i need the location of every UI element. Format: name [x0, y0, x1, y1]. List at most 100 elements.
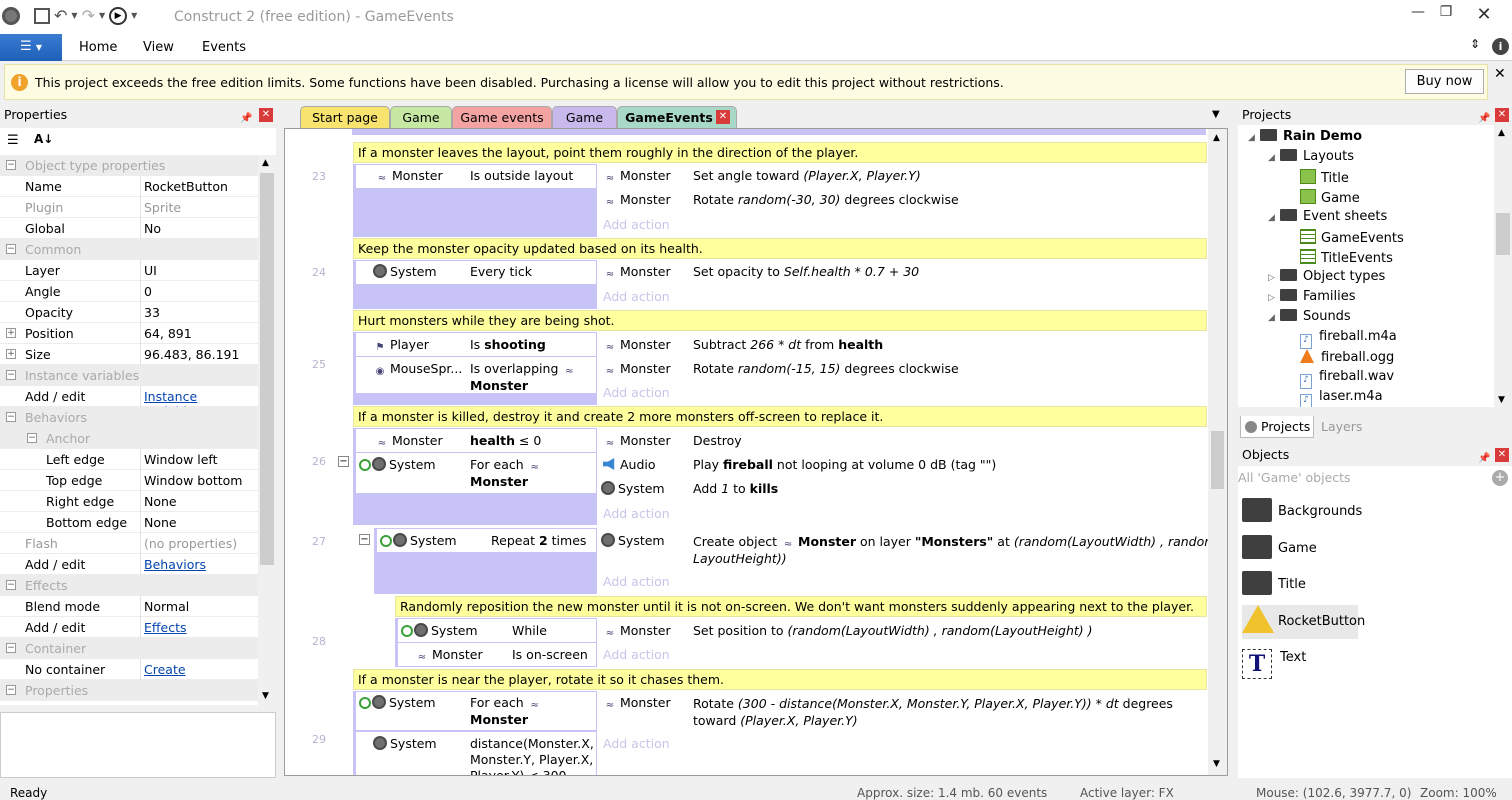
collapse-icon[interactable]: −: [6, 244, 16, 254]
redo-dropdown-icon[interactable]: ▼: [99, 11, 105, 20]
minimize-ribbon-icon[interactable]: ⇕: [1470, 37, 1480, 51]
categorized-icon[interactable]: ☰: [7, 133, 19, 148]
property-row[interactable]: Add / editBehaviors: [0, 554, 258, 575]
condition-text[interactable]: Is on-screen: [512, 647, 588, 662]
tree-item[interactable]: Title: [1288, 169, 1349, 186]
scroll-down-icon[interactable]: ▼: [1498, 395, 1505, 405]
file-menu-button[interactable]: ☰ ▼: [0, 34, 62, 61]
collapse-arrow-icon[interactable]: ◢: [1268, 213, 1280, 223]
condition-text[interactable]: For each ≈Monster: [470, 695, 545, 727]
add-object-icon[interactable]: +: [1492, 470, 1508, 486]
objects-filter[interactable]: All 'Game' objects: [1238, 470, 1351, 485]
close-panel-icon[interactable]: ✕: [1495, 108, 1509, 122]
property-value[interactable]: UI: [144, 263, 157, 278]
add-action-link[interactable]: Add action: [603, 647, 670, 662]
condition-text[interactable]: distance(Monster.X,Monster.Y, Player.X,P…: [470, 736, 594, 776]
property-value[interactable]: Window left: [144, 452, 218, 467]
property-category[interactable]: −Properties: [0, 680, 258, 701]
action-text[interactable]: Destroy: [693, 433, 742, 448]
close-panel-icon[interactable]: ✕: [1495, 448, 1509, 462]
object-item[interactable]: Game: [1242, 532, 1317, 566]
property-row[interactable]: No containerCreate: [0, 659, 258, 680]
action-object[interactable]: System: [601, 533, 665, 548]
collapse-icon[interactable]: −: [6, 412, 16, 422]
action-object[interactable]: ≈Monster: [603, 623, 671, 640]
tab-view[interactable]: View: [143, 40, 174, 55]
property-value[interactable]: 33: [144, 305, 160, 320]
condition-text[interactable]: Is outside layout: [470, 168, 573, 183]
action-text[interactable]: Subtract 266 * dt from health: [693, 337, 883, 352]
close-panel-icon[interactable]: ✕: [259, 108, 273, 122]
condition-text[interactable]: Is overlapping ≈Monster: [470, 361, 579, 393]
run-icon[interactable]: ▶: [109, 7, 127, 25]
projects-scrollbar[interactable]: ▲ ▼: [1494, 125, 1512, 409]
condition-object[interactable]: ≈Monster: [375, 433, 443, 450]
save-icon[interactable]: [34, 8, 50, 24]
close-notification-icon[interactable]: ✕: [1494, 66, 1506, 82]
collapse-arrow-icon[interactable]: ◢: [1248, 133, 1260, 143]
collapse-icon[interactable]: −: [6, 370, 16, 380]
object-item[interactable]: Title: [1242, 568, 1306, 602]
tree-item[interactable]: ♪fireball.wav: [1288, 369, 1394, 389]
collapse-icon[interactable]: −: [6, 160, 16, 170]
property-value[interactable]: 96.483, 86.191: [144, 347, 239, 362]
event-comment[interactable]: If a monster leaves the layout, point th…: [353, 142, 1207, 163]
property-row[interactable]: Add / editInstance variables: [0, 386, 258, 407]
property-row[interactable]: GlobalNo: [0, 218, 258, 239]
property-link[interactable]: Behaviors: [144, 557, 206, 572]
add-action-link[interactable]: Add action: [603, 506, 670, 521]
action-text[interactable]: Play fireball not looping at volume 0 dB…: [693, 457, 996, 472]
tab-game-layout[interactable]: Game: [390, 106, 452, 128]
undo-dropdown-icon[interactable]: ▼: [71, 11, 77, 20]
expand-arrow-icon[interactable]: ▷: [1268, 293, 1280, 303]
action-object[interactable]: ≈Monster: [603, 337, 671, 354]
collapse-icon[interactable]: −: [6, 580, 16, 590]
condition-object[interactable]: ≈Monster: [415, 647, 483, 664]
property-category[interactable]: −Object type properties: [0, 155, 258, 176]
property-category[interactable]: −Common: [0, 239, 258, 260]
tab-events[interactable]: Events: [202, 40, 246, 55]
scroll-up-icon[interactable]: ▲: [1213, 133, 1220, 143]
condition-object[interactable]: ◉MouseSpr...: [373, 361, 462, 378]
event-comment[interactable]: Keep the monster opacity updated based o…: [353, 238, 1207, 259]
customize-toolbar-icon[interactable]: ▼: [131, 11, 137, 20]
condition-object[interactable]: System: [380, 533, 457, 548]
tree-item[interactable]: GameEvents: [1288, 229, 1404, 246]
tree-item[interactable]: fireball.ogg: [1288, 349, 1394, 365]
close-tab-icon[interactable]: ✕: [716, 110, 730, 124]
property-row[interactable]: Flash(no properties): [0, 533, 258, 554]
tab-list-dropdown-icon[interactable]: ▼: [1212, 109, 1220, 120]
condition-object[interactable]: System: [373, 736, 437, 751]
tree-item[interactable]: Game: [1288, 189, 1360, 206]
event-comment[interactable]: If a monster is near the player, rotate …: [353, 669, 1207, 690]
action-object[interactable]: ≈Monster: [603, 264, 671, 281]
collapse-arrow-icon[interactable]: ◢: [1268, 313, 1280, 323]
condition-text[interactable]: Is shooting: [470, 337, 546, 352]
property-category[interactable]: −Anchor: [0, 428, 258, 449]
event-comment[interactable]: If a monster is killed, destroy it and c…: [353, 406, 1207, 427]
property-row[interactable]: Blend modeNormal: [0, 596, 258, 617]
collapse-icon[interactable]: −: [6, 643, 16, 653]
action-text[interactable]: Set opacity to Self.health * 0.7 + 30: [693, 264, 919, 279]
action-text[interactable]: Rotate random(-15, 15) degrees clockwise: [693, 361, 959, 376]
scroll-thumb[interactable]: [1496, 213, 1510, 255]
tab-home[interactable]: Home: [79, 40, 117, 55]
expand-icon[interactable]: +: [6, 349, 16, 359]
object-item-selected[interactable]: RocketButton: [1242, 605, 1358, 639]
property-value[interactable]: (no properties): [144, 536, 237, 551]
condition-object[interactable]: ⚑Player: [373, 337, 429, 354]
action-text[interactable]: Rotate (300 - distance(Monster.X, Monste…: [693, 695, 1173, 729]
collapse-event-icon[interactable]: −: [359, 534, 370, 545]
property-value[interactable]: Sprite: [144, 200, 181, 215]
tree-item[interactable]: ▷Object types: [1268, 269, 1385, 284]
scroll-down-icon[interactable]: ▼: [262, 691, 269, 701]
tree-item[interactable]: ♪laser.m4a: [1288, 389, 1383, 407]
help-icon[interactable]: i: [1492, 38, 1509, 55]
property-row[interactable]: Top edgeWindow bottom: [0, 470, 258, 491]
condition-object[interactable]: System: [359, 457, 436, 472]
action-text[interactable]: Set position to (random(LayoutWidth) , r…: [693, 623, 1093, 638]
undo-icon[interactable]: ↶: [54, 6, 67, 25]
close-button[interactable]: ✕: [1470, 4, 1498, 26]
action-object[interactable]: ≈Monster: [603, 433, 671, 450]
property-category[interactable]: −Behaviors: [0, 407, 258, 428]
